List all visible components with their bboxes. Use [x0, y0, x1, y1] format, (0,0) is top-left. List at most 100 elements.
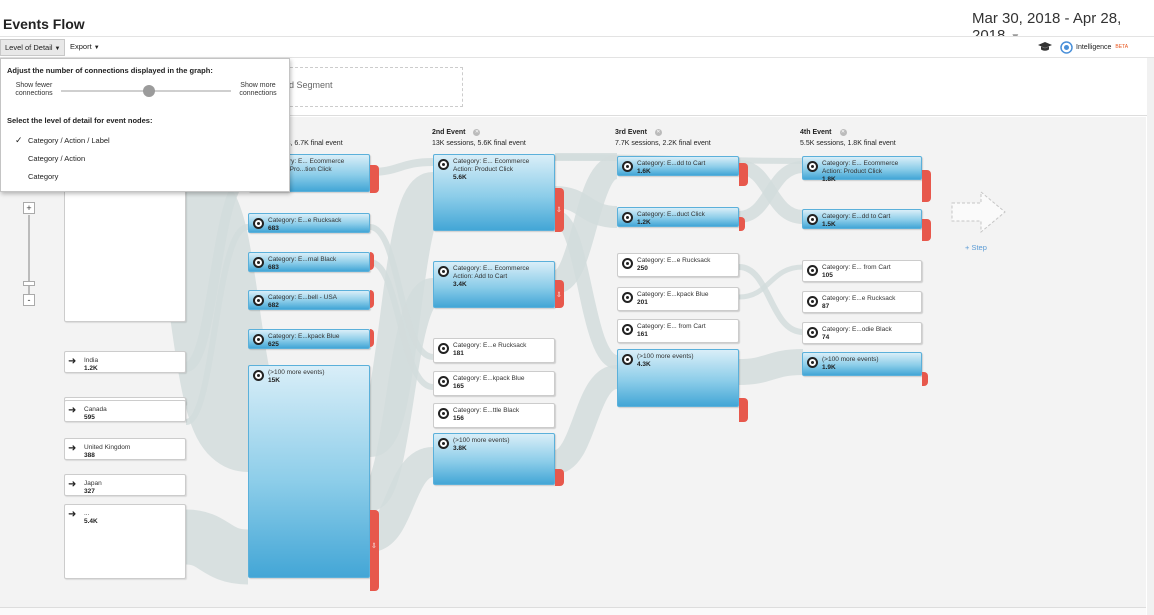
add-step-button[interactable]: + Step [951, 190, 1007, 252]
zoom-thumb[interactable] [23, 281, 35, 286]
event-label: Category: E... Ecommerce [453, 265, 530, 272]
event-count: 4.3K [637, 361, 651, 368]
dropoff-bar[interactable] [739, 398, 748, 422]
event-label: Category: E... Ecommerce [453, 158, 530, 165]
event-node[interactable]: Category: E...e Rucksack 87 [802, 291, 922, 313]
zoom-in-button[interactable]: + [23, 202, 35, 214]
event-count: 250 [637, 265, 648, 272]
event-count: 156 [453, 415, 464, 422]
event-node[interactable]: Category: E...duct Click 1.2K [617, 207, 739, 227]
event-icon [807, 357, 818, 368]
event-node[interactable]: Category: E...kpack Blue 625 [248, 329, 370, 349]
dropoff-bar[interactable] [739, 217, 745, 231]
level-of-detail-button[interactable]: Level of Detail ▼ [0, 39, 66, 56]
toolbar-right: Intelligence BETA [1038, 39, 1128, 55]
dropoff-bar[interactable] [922, 372, 928, 386]
event-node[interactable]: Category: E... from Cart 161 [617, 319, 739, 343]
zoom-out-button[interactable]: - [23, 294, 35, 306]
dropoff-bar[interactable] [370, 252, 374, 270]
event-icon [807, 265, 818, 276]
event-node[interactable]: Category: E...ttle Black 156 [433, 403, 555, 428]
event-node[interactable]: Category: E... Ecommerce Action: Product … [802, 156, 922, 183]
connections-slider-thumb[interactable] [143, 85, 156, 97]
dropoff-bar[interactable] [922, 170, 931, 202]
column-stats: 13K sessions, 5.6K final event [432, 140, 526, 147]
country-name: United Kingdom [84, 444, 131, 451]
event-count: 201 [637, 299, 648, 306]
dropoff-bar[interactable] [555, 469, 564, 486]
country-node[interactable]: ➜ United Kingdom 388 [64, 438, 186, 460]
page-scrollbar[interactable] [1147, 58, 1154, 615]
event-node[interactable]: Category: E...kpack Blue 165 [433, 371, 555, 396]
dropoff-bar[interactable]: ⇩ [370, 510, 379, 591]
add-segment-button[interactable]: ld Segment [260, 67, 463, 107]
column-stats: s, 6.7K final event [287, 140, 343, 147]
event-node[interactable]: (>100 more events) 4.3K [617, 349, 739, 407]
country-node[interactable]: ➜ Canada 595 [64, 400, 186, 422]
event-node[interactable]: (>100 more events) 3.8K [433, 433, 555, 485]
detail-option-category[interactable]: Category [28, 172, 58, 181]
column-stats: 7.7K sessions, 2.2K final event [615, 140, 711, 147]
event-text: Category: E...rnal Black 683 [268, 256, 336, 272]
close-icon[interactable]: ✕ [654, 128, 662, 136]
event-text: Category: E... Ecommerce Action: Product … [453, 158, 529, 182]
event-label: Category: E...odie Black [822, 326, 892, 333]
event-count: 683 [268, 264, 279, 271]
dropoff-bar[interactable] [370, 329, 374, 347]
event-node[interactable]: Category: E...dd to Cart 1.5K [802, 209, 922, 229]
dropoff-bar[interactable] [370, 165, 379, 193]
country-node[interactable]: ➜ Japan 327 [64, 474, 186, 496]
event-icon [253, 257, 264, 268]
dropoff-bar[interactable]: ⇩ [555, 280, 564, 308]
event-node[interactable]: Category: E...dd to Cart 1.6K [617, 156, 739, 176]
event-label: (>100 more events) [637, 353, 694, 360]
event-node[interactable]: Category: E...e Rucksack 181 [433, 338, 555, 363]
event-node[interactable]: Category: E...e Rucksack 250 [617, 253, 739, 277]
event-text: Category: E...kpack Blue 625 [268, 333, 340, 349]
event-node[interactable]: Category: E...e Rucksack 683 [248, 213, 370, 233]
event-node[interactable]: (>100 more events) 1.9K [802, 352, 922, 376]
dropoff-bar[interactable] [922, 219, 931, 241]
dropoff-bar[interactable] [739, 163, 748, 186]
graduation-cap-icon[interactable] [1038, 42, 1052, 52]
event-label: Category: E...duct Click [637, 211, 705, 218]
event-count: 683 [268, 225, 279, 232]
close-icon[interactable]: ✕ [473, 128, 481, 136]
flow-link [738, 349, 804, 385]
flow-link [738, 264, 804, 335]
event-node[interactable]: Category: E... Ecommerce Action: Add to C… [433, 261, 555, 308]
export-button[interactable]: Export ▼ [66, 39, 104, 56]
detail-heading: Select the level of detail for event nod… [7, 116, 153, 125]
dropoff-bar[interactable] [370, 290, 374, 308]
country-node[interactable]: ➜ India 1.2K [64, 351, 186, 373]
event-label: Category: E...dd to Cart [822, 213, 891, 220]
country-node[interactable]: ➜... 5.4K [64, 504, 186, 579]
event-node[interactable]: Category: E...kpack Blue 201 [617, 287, 739, 311]
event-node[interactable]: Category: E... from Cart 105 [802, 260, 922, 282]
event-icon [622, 324, 633, 335]
detail-option-label: Category / Action / Label [28, 136, 110, 145]
event-label-2: Action: Product Click [453, 166, 513, 173]
event-label: Category: E...kpack Blue [453, 375, 525, 382]
dropoff-bar[interactable]: ⇩ [555, 188, 564, 232]
column-header-3rd: 3rd Event ✕ 7.7K sessions, 2.2K final even… [615, 127, 711, 149]
event-label: Category: E...e Rucksack [822, 295, 896, 302]
intelligence-button[interactable]: Intelligence BETA [1060, 40, 1128, 54]
events-flow-app: Events Flow Mar 30, 2018 - Apr 28, 2018▼… [0, 0, 1154, 615]
column-name: 4th Event [800, 129, 832, 136]
event-label: (>100 more events) [822, 356, 879, 363]
caret-down-icon: ▼ [54, 46, 61, 52]
close-icon[interactable]: ✕ [839, 128, 847, 136]
zoom-control: + - [23, 202, 37, 306]
event-node[interactable]: (>100 more events) 15K [248, 365, 370, 578]
column-header-2nd: 2nd Event ✕ 13K sessions, 5.6K final event [432, 127, 526, 149]
event-node[interactable]: Category: E...odie Black 74 [802, 322, 922, 344]
event-node[interactable]: Category: E...rnal Black 683 [248, 252, 370, 272]
event-node[interactable]: Category: E...bell - USA 682 [248, 290, 370, 310]
detail-option-category-action-label[interactable]: ✓ Category / Action / Label [15, 135, 110, 145]
detail-option-category-action[interactable]: Category / Action [28, 154, 85, 163]
event-label: Category: E...kpack Blue [637, 291, 709, 298]
event-node[interactable]: Category: E... Ecommerce Action: Product … [433, 154, 555, 231]
arrow-down-icon: ⇩ [556, 206, 562, 214]
event-text: Category: E...ttle Black 156 [453, 407, 519, 423]
